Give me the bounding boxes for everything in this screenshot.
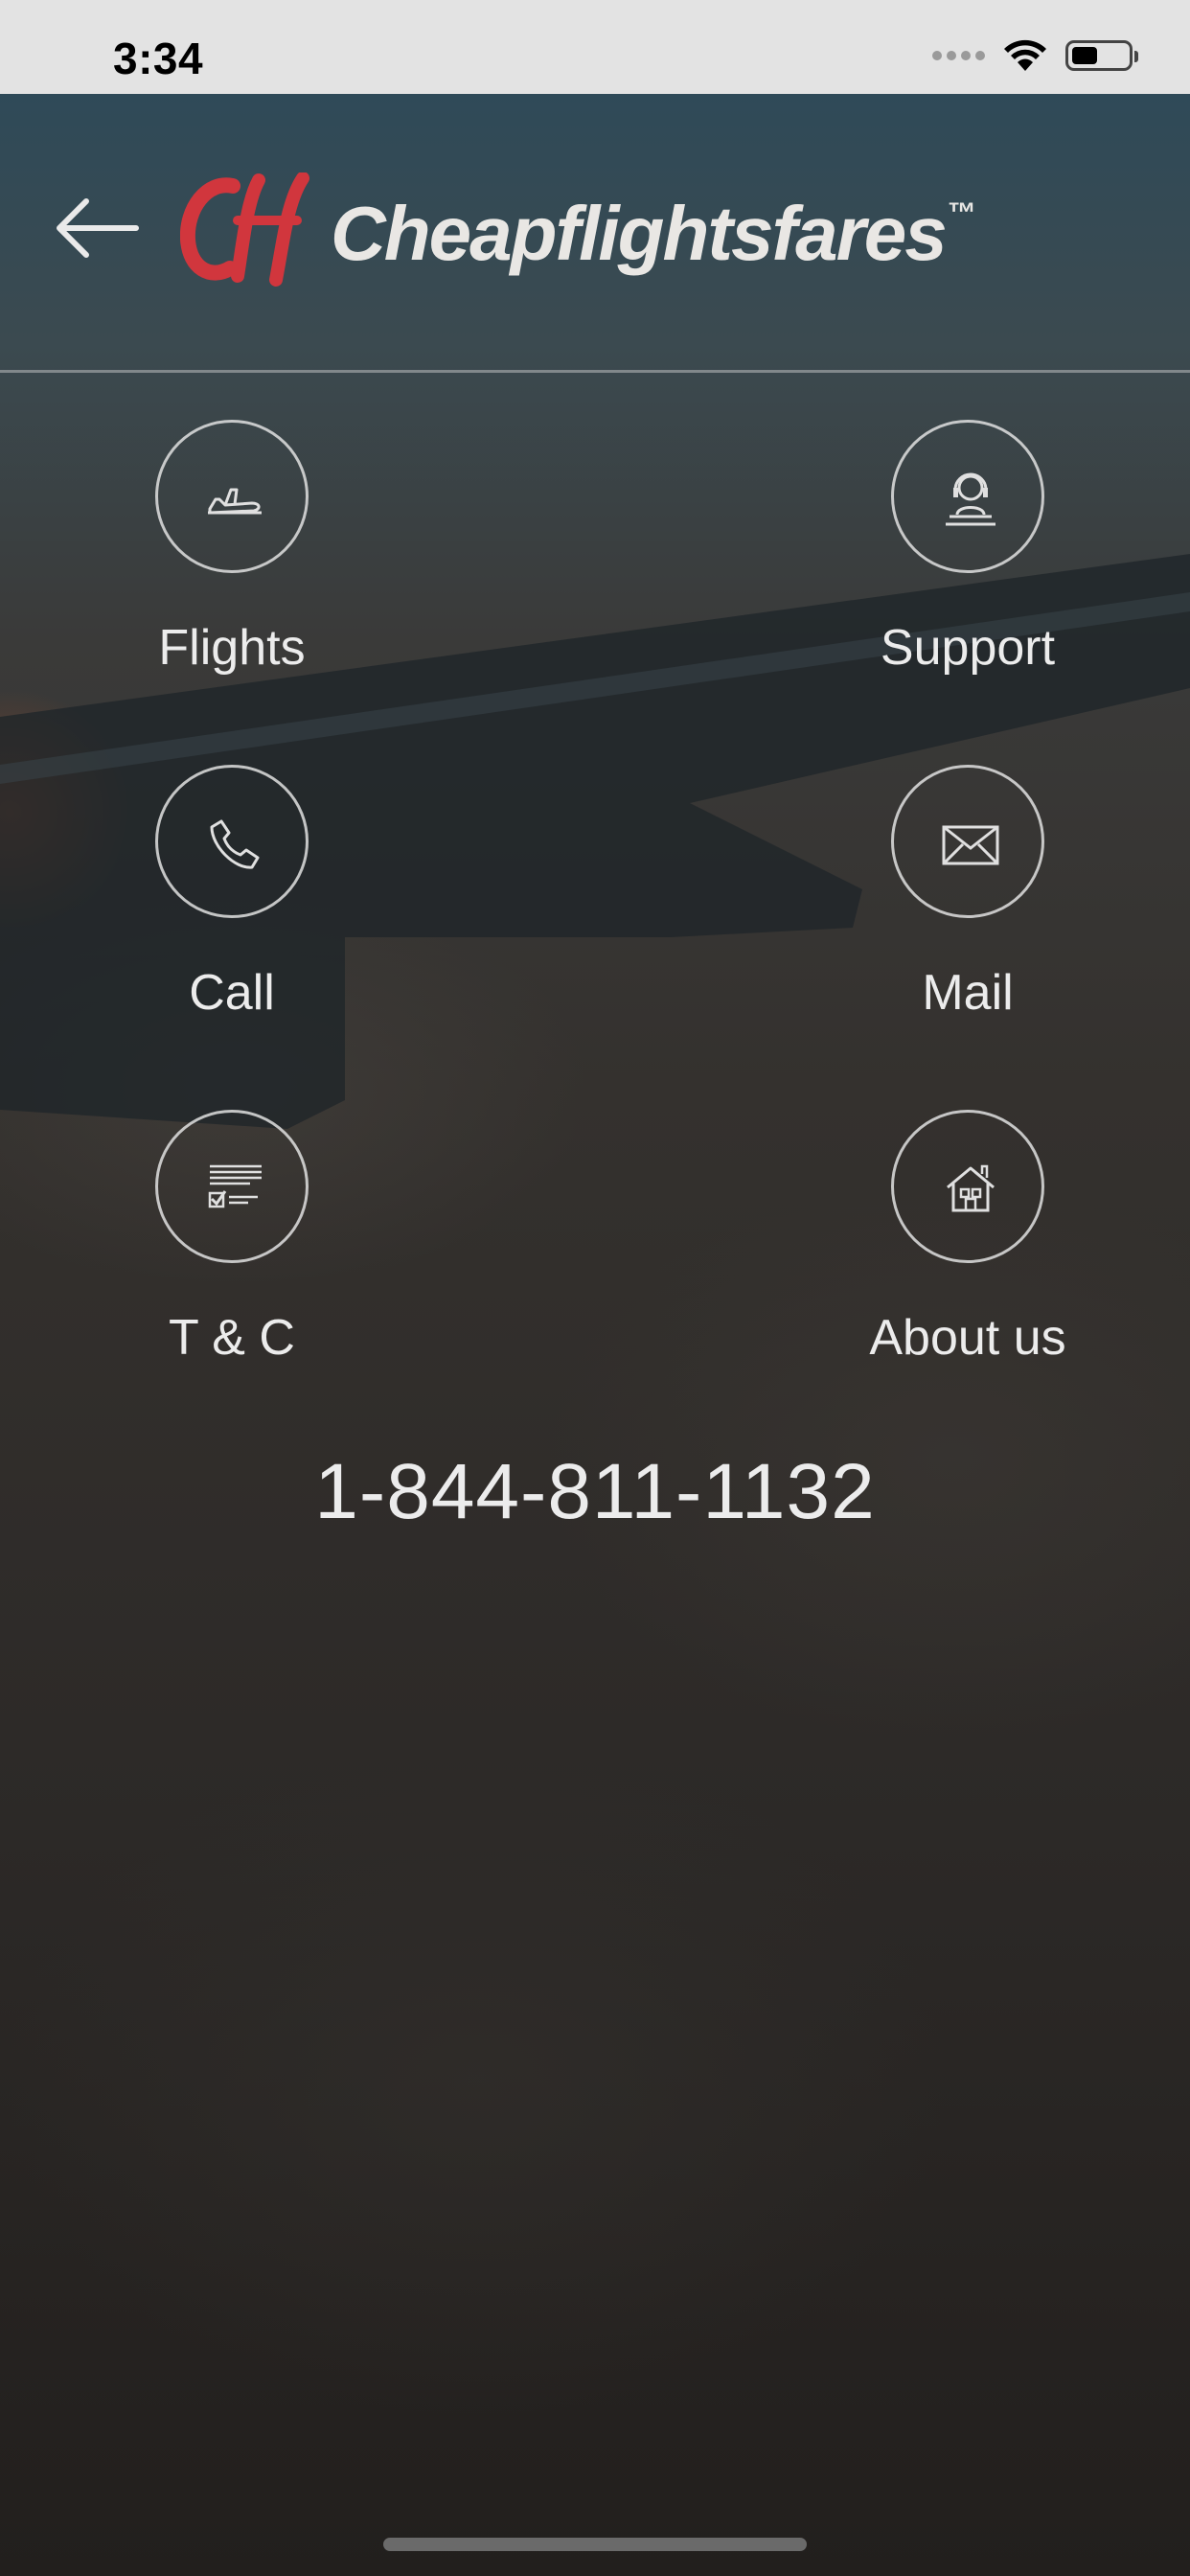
menu-label-mail: Mail bbox=[922, 965, 1014, 1021]
menu-label-terms: T & C bbox=[169, 1310, 295, 1366]
trademark-symbol: ™ bbox=[947, 197, 976, 229]
menu-item-about[interactable]: About us bbox=[824, 1110, 1111, 1397]
menu-label-call: Call bbox=[189, 965, 275, 1021]
menu-label-about: About us bbox=[869, 1310, 1066, 1366]
brand-name: Cheapflightsfares™ bbox=[331, 190, 976, 278]
menu-label-flights: Flights bbox=[158, 620, 306, 676]
phone-icon bbox=[210, 819, 260, 869]
menu-label-support: Support bbox=[880, 620, 1056, 676]
menu-item-mail[interactable]: Mail bbox=[824, 765, 1111, 1052]
status-time: 3:34 bbox=[113, 34, 204, 83]
status-bar: 3:34 bbox=[0, 0, 1190, 94]
flights-circle bbox=[155, 420, 309, 573]
battery-icon bbox=[1065, 40, 1138, 71]
back-button[interactable] bbox=[48, 190, 144, 266]
call-circle bbox=[155, 765, 309, 918]
back-arrow-icon bbox=[57, 198, 139, 258]
brand-name-text: Cheapflightsfares bbox=[331, 191, 948, 276]
envelope-icon bbox=[942, 825, 999, 865]
headset-agent-icon bbox=[946, 472, 995, 526]
airplane-icon bbox=[208, 488, 262, 515]
menu-item-support[interactable]: Support bbox=[824, 420, 1111, 707]
support-circle bbox=[891, 420, 1044, 573]
about-circle bbox=[891, 1110, 1044, 1263]
status-indicators bbox=[932, 38, 1138, 73]
phone-number-link[interactable]: 1-844-811-1132 bbox=[0, 1447, 1190, 1537]
mail-circle bbox=[891, 765, 1044, 918]
menu-item-flights[interactable]: Flights bbox=[88, 420, 376, 707]
menu-item-call[interactable]: Call bbox=[88, 765, 376, 1052]
cellular-signal-icon bbox=[932, 51, 985, 60]
document-checklist-icon bbox=[208, 1164, 262, 1208]
menu-item-terms[interactable]: T & C bbox=[88, 1110, 376, 1397]
logo-icon bbox=[180, 172, 309, 287]
terms-circle bbox=[155, 1110, 309, 1263]
house-icon bbox=[947, 1164, 995, 1212]
wifi-icon bbox=[1004, 39, 1046, 71]
home-indicator[interactable] bbox=[383, 2538, 807, 2551]
header-divider bbox=[0, 370, 1190, 373]
